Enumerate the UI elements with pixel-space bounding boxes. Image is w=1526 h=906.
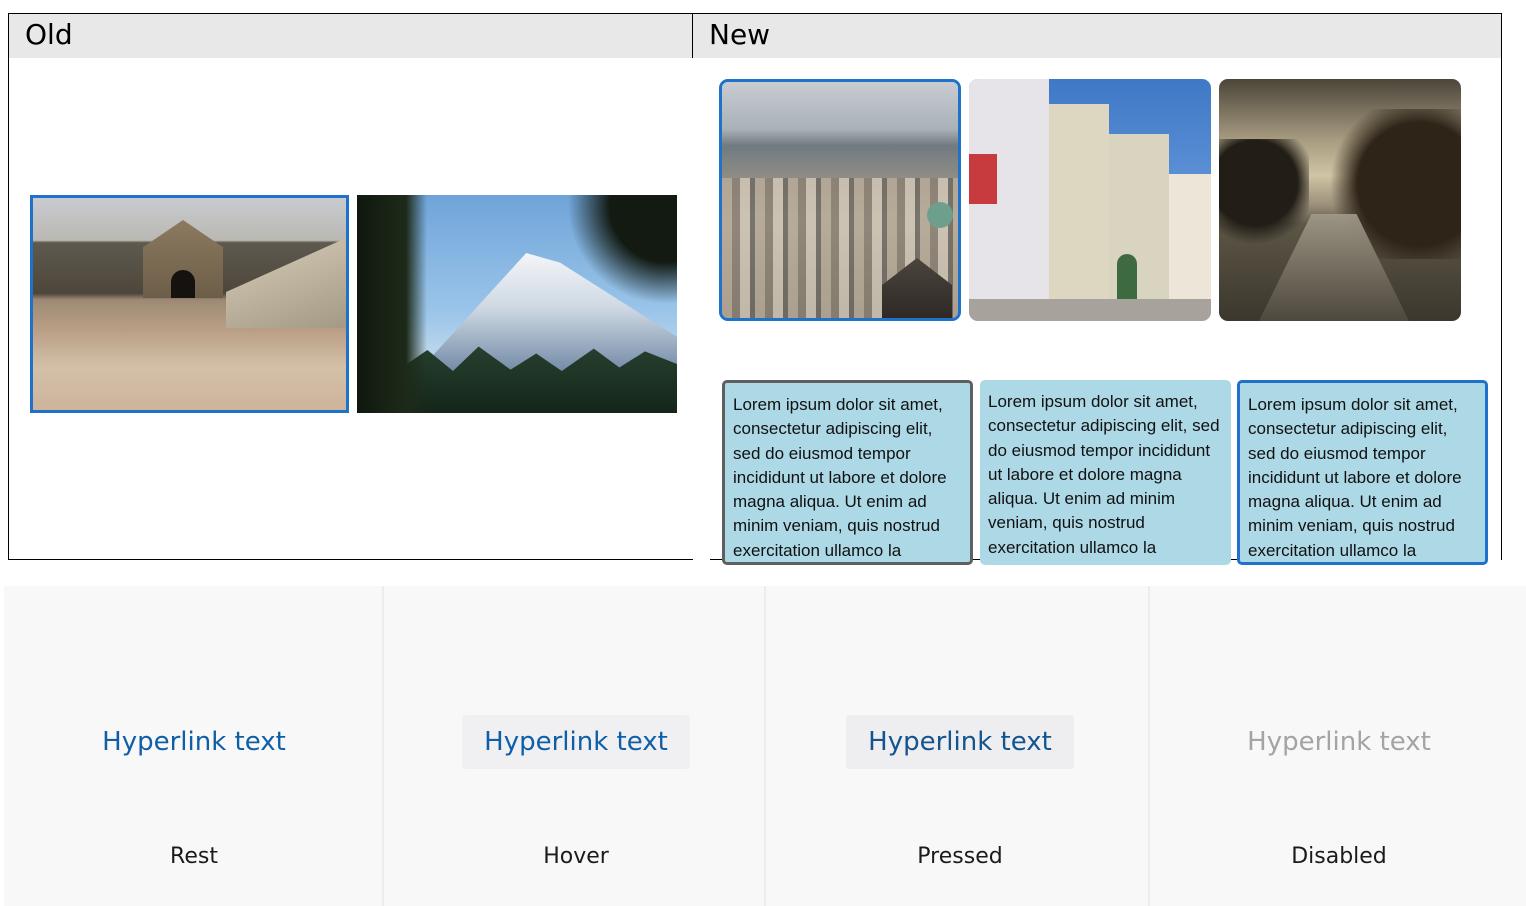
hyperlink-hover[interactable]: Hyperlink text xyxy=(462,715,690,769)
state-hover: Hyperlink text Hover xyxy=(386,586,766,906)
text-card-3[interactable]: Lorem ipsum dolor sit amet, consectetur … xyxy=(1237,380,1488,565)
hyperlink-pressed[interactable]: Hyperlink text xyxy=(846,715,1074,769)
new-column: Lorem ipsum dolor sit amet, consectetur … xyxy=(692,58,1502,565)
text-card-2[interactable]: Lorem ipsum dolor sit amet, consectetur … xyxy=(980,380,1231,565)
new-column-header: New xyxy=(709,18,771,51)
hyperlink-disabled: Hyperlink text xyxy=(1247,727,1431,757)
street-photo xyxy=(969,79,1211,321)
comparison-table: Old New Lorem ipsum dolor sit amet, cons… xyxy=(8,13,1502,565)
state-caption-rest: Rest xyxy=(170,844,218,869)
state-disabled: Hyperlink text Disabled xyxy=(1152,586,1526,906)
old-image-fortress[interactable] xyxy=(30,195,349,413)
hyperlink-rest[interactable]: Hyperlink text xyxy=(80,715,308,769)
header-divider xyxy=(692,14,693,58)
state-caption-hover: Hover xyxy=(543,844,609,869)
state-caption-pressed: Pressed xyxy=(917,844,1003,869)
old-column xyxy=(8,58,693,560)
state-rest: Hyperlink text Rest xyxy=(4,586,384,906)
comparison-header: Old New xyxy=(8,13,1502,59)
new-image-street[interactable] xyxy=(969,79,1211,321)
state-caption-disabled: Disabled xyxy=(1291,844,1387,869)
mountain-photo xyxy=(357,195,677,413)
fortress-photo xyxy=(33,198,346,410)
old-image-mountain[interactable] xyxy=(357,195,677,413)
new-image-city[interactable] xyxy=(719,79,961,321)
old-column-header: Old xyxy=(25,18,73,51)
new-image-river[interactable] xyxy=(1219,79,1461,321)
city-photo xyxy=(722,82,958,318)
hyperlink-states: Hyperlink text Rest Hyperlink text Hover… xyxy=(4,586,1526,906)
text-card-1[interactable]: Lorem ipsum dolor sit amet, consectetur … xyxy=(722,380,973,565)
state-pressed: Hyperlink text Pressed xyxy=(770,586,1150,906)
river-photo xyxy=(1219,79,1461,321)
